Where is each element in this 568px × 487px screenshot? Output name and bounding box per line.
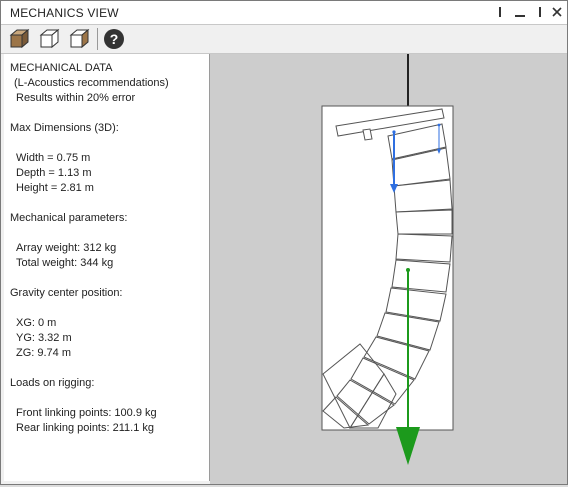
xg-value: XG: 0 m	[16, 317, 57, 329]
question-icon: ?	[104, 29, 124, 49]
panel-header: MECHANICAL DATA	[10, 62, 113, 74]
cube-outline-icon	[39, 28, 60, 49]
mechanical-data-panel: MECHANICAL DATA (L-Acoustics recommendat…	[4, 54, 210, 481]
help-button[interactable]: ?	[103, 27, 127, 51]
view-3d-front-button[interactable]	[7, 27, 31, 51]
height-value: Height = 2.81 m	[16, 182, 94, 194]
close-icon	[552, 7, 562, 17]
close-button[interactable]	[550, 5, 564, 19]
array-weight-value: Array weight: 312 kg	[16, 242, 117, 254]
width-value: Width = 0.75 m	[16, 152, 91, 164]
svg-text:?: ?	[110, 31, 119, 47]
cube-side-icon	[69, 28, 90, 49]
loads-heading: Loads on rigging:	[10, 377, 95, 389]
title-bar: MECHANICS VIEW	[1, 1, 567, 25]
enclosure	[391, 259, 451, 293]
total-weight-value: Total weight: 344 kg	[16, 257, 114, 269]
enclosure	[393, 179, 453, 213]
mechanics-viewport[interactable]	[210, 54, 567, 484]
rear-load-value: Rear linking points: 211.1 kg	[16, 422, 154, 434]
accuracy-note: Results within 20% error	[16, 92, 136, 104]
mechanics-view-window: MECHANICS VIEW ? MECHANICAL DATA (L-Acou…	[0, 0, 568, 485]
toolbar-separator	[97, 28, 98, 50]
pin-button[interactable]	[493, 5, 507, 19]
front-load-value: Front linking points: 100.9 kg	[16, 407, 157, 419]
depth-value: Depth = 1.13 m	[16, 167, 92, 179]
gravity-heading: Gravity center position:	[10, 287, 123, 299]
panel-subtitle: (L-Acoustics recommendations)	[14, 77, 169, 89]
array-drawing	[321, 54, 454, 465]
dimensions-heading: Max Dimensions (3D):	[10, 122, 119, 134]
view-3d-top-button[interactable]	[37, 27, 61, 51]
window-title: MECHANICS VIEW	[10, 6, 119, 20]
minimize-button[interactable]	[513, 5, 527, 19]
zg-value: ZG: 9.74 m	[16, 347, 72, 359]
mechanical-heading: Mechanical parameters:	[10, 212, 128, 224]
maximize-button[interactable]	[533, 5, 547, 19]
cube-shaded-icon	[9, 28, 30, 49]
yg-value: YG: 3.32 m	[16, 332, 72, 344]
enclosure	[395, 209, 453, 235]
enclosure	[395, 233, 453, 263]
toolbar: ?	[1, 25, 567, 54]
view-3d-side-button[interactable]	[67, 27, 91, 51]
